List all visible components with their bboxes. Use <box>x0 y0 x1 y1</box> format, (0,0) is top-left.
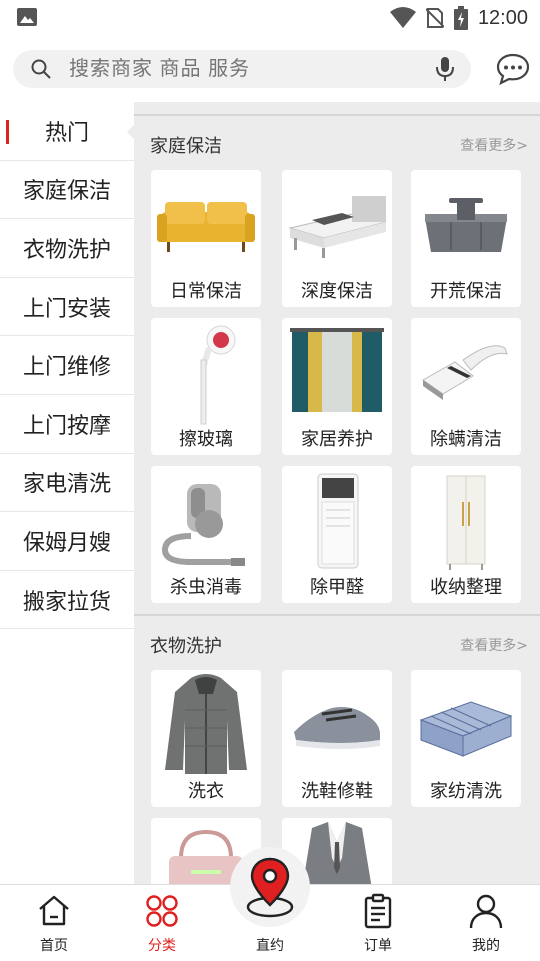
location-pin-icon <box>246 857 294 918</box>
section-header: 家庭保洁 查看更多> <box>134 114 540 168</box>
microphone-icon[interactable] <box>435 56 455 82</box>
tab-label: 我的 <box>472 938 500 954</box>
bed-image <box>288 196 387 258</box>
service-tile[interactable]: 除螨清洁 <box>411 318 521 455</box>
tab-orders[interactable]: 订单 <box>338 885 418 961</box>
window-wiper-image <box>200 325 236 425</box>
tab-label: 订单 <box>364 938 392 954</box>
sidebar-item-hot[interactable]: 热门 <box>0 102 135 161</box>
section-title: 衣物洗护 <box>150 636 222 657</box>
sidebar-item-repair[interactable]: 上门维修 <box>0 336 134 395</box>
tab-category[interactable]: 分类 <box>122 885 202 961</box>
wardrobe-image <box>446 475 486 570</box>
tile-label: 日常保洁 <box>170 281 242 302</box>
service-tile[interactable]: 洗衣 <box>151 670 261 807</box>
sidebar-item-label: 衣物洗护 <box>22 237 111 263</box>
sneaker-image <box>294 707 380 749</box>
order-icon <box>364 893 392 929</box>
tile-label: 家居养护 <box>301 429 373 450</box>
blanket-image <box>419 701 513 757</box>
sidebar-item-nanny[interactable]: 保姆月嫂 <box>0 512 134 571</box>
tile-label: 除甲醛 <box>310 577 364 598</box>
bottom-tab-bar: 首页 分类 直约 订单 我的 <box>0 847 540 961</box>
sidebar-item-label: 上门安装 <box>22 296 111 322</box>
tile-label: 收纳整理 <box>430 577 502 598</box>
sidebar-item-appliance-cleaning[interactable]: 家电清洗 <box>0 454 134 513</box>
section-home-cleaning: 家庭保洁 查看更多> <box>134 114 540 168</box>
sidebar-item-label: 家电清洗 <box>22 472 111 498</box>
tab-label: 直约 <box>256 938 284 954</box>
service-tile[interactable]: 开荒保洁 <box>411 170 521 307</box>
sidebar-item-label: 保姆月嫂 <box>22 530 111 556</box>
section-title: 家庭保洁 <box>150 136 222 157</box>
view-more-link[interactable]: 查看更多> <box>460 135 528 155</box>
service-tile[interactable]: 杀虫消毒 <box>151 466 261 603</box>
sidebar-item-installation[interactable]: 上门安装 <box>0 278 134 337</box>
curtain-image <box>290 328 384 412</box>
tile-label: 深度保洁 <box>301 281 373 302</box>
service-tile[interactable]: 除甲醛 <box>282 466 392 603</box>
wifi-icon <box>389 7 416 28</box>
category-sidebar: 热门 家庭保洁 衣物洗护 上门安装 上门维修 上门按摩 家电清洗 保姆月嫂 搬家… <box>0 102 135 884</box>
search-bar[interactable] <box>13 50 471 88</box>
tile-label: 擦玻璃 <box>179 429 233 450</box>
sidebar-item-massage[interactable]: 上门按摩 <box>0 395 134 454</box>
tab-direct-booking[interactable]: 直约 <box>230 857 310 961</box>
tab-profile[interactable]: 我的 <box>446 885 526 961</box>
search-row <box>0 36 540 102</box>
sofa-image <box>157 202 255 252</box>
gallery-notification-icon <box>17 8 37 26</box>
battery-charging-icon <box>453 6 468 30</box>
tile-label: 洗鞋修鞋 <box>301 781 373 802</box>
service-tile[interactable]: 家居养护 <box>282 318 392 455</box>
sidebar-item-label: 上门按摩 <box>22 413 111 439</box>
service-tile[interactable]: 收纳整理 <box>411 466 521 603</box>
service-tile[interactable]: 深度保洁 <box>282 170 392 307</box>
tile-label: 除螨清洁 <box>430 429 502 450</box>
tab-label: 首页 <box>40 938 68 954</box>
home-icon <box>39 895 69 926</box>
tab-label: 分类 <box>148 938 176 954</box>
sidebar-item-label: 上门维修 <box>22 355 111 381</box>
sidebar-item-label: 热门 <box>44 120 89 146</box>
profile-icon <box>469 894 503 929</box>
status-bar: 12:00 <box>0 0 540 36</box>
section-laundry: 衣物洗护 查看更多> <box>134 614 540 668</box>
sidebar-item-moving[interactable]: 搬家拉货 <box>0 571 134 630</box>
category-content: 家庭保洁 查看更多> 日常保洁 深度保洁 开荒保洁 擦玻璃 家居养护 除螨清洁 … <box>134 102 540 884</box>
mite-vacuum-image <box>422 345 508 400</box>
sidebar-item-label: 搬家拉货 <box>22 589 111 615</box>
message-icon[interactable] <box>496 53 530 85</box>
service-tile[interactable]: 家纺清洗 <box>411 670 521 807</box>
search-icon <box>31 59 51 79</box>
view-more-link[interactable]: 查看更多> <box>460 635 528 655</box>
tile-label: 家纺清洗 <box>430 781 502 802</box>
status-time: 12:00 <box>477 6 528 29</box>
sidebar-item-laundry[interactable]: 衣物洗护 <box>0 219 134 278</box>
sidebar-item-label: 家庭保洁 <box>22 179 111 205</box>
search-input[interactable] <box>69 50 419 88</box>
service-tile[interactable]: 日常保洁 <box>151 170 261 307</box>
service-tile[interactable]: 洗鞋修鞋 <box>282 670 392 807</box>
tile-label: 开荒保洁 <box>430 281 502 302</box>
tile-label: 洗衣 <box>188 781 224 802</box>
sprayer-image <box>161 484 245 566</box>
section-header: 衣物洗护 查看更多> <box>134 614 540 668</box>
sidebar-item-home-cleaning[interactable]: 家庭保洁 <box>0 161 134 220</box>
category-icon <box>146 895 178 927</box>
service-tile[interactable]: 擦玻璃 <box>151 318 261 455</box>
tab-home[interactable]: 首页 <box>14 885 94 961</box>
tool-caddy-image <box>425 198 507 252</box>
jacket-image <box>165 674 247 774</box>
no-sim-icon <box>425 8 444 28</box>
tile-label: 杀虫消毒 <box>170 577 242 598</box>
air-purifier-image <box>317 473 359 569</box>
